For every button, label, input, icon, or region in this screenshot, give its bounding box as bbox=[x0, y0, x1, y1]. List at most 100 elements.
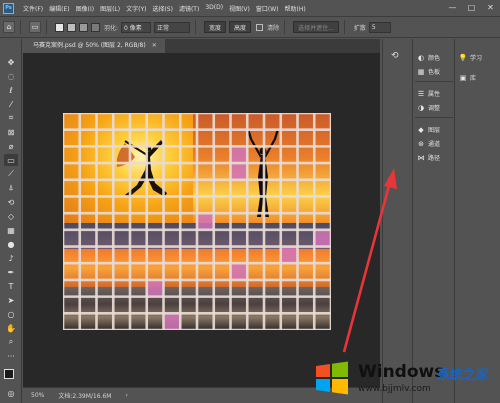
blur-tool-icon[interactable]: ● bbox=[4, 238, 18, 250]
document-title: 马赛克案例.psd @ 50% (图层 2, RGB/8) bbox=[33, 42, 146, 49]
adjustments-icon: ◑ bbox=[417, 103, 425, 112]
mosaic-pink-tile bbox=[314, 229, 331, 247]
zoom-level[interactable]: 50% bbox=[31, 392, 44, 399]
zoom-tool-icon[interactable]: ⌕ bbox=[4, 336, 18, 348]
panel-adjustments-label: 调整 bbox=[428, 105, 441, 112]
menu-3d[interactable]: 3D(D) bbox=[202, 4, 226, 13]
panel-properties[interactable]: ☰ 属性 bbox=[417, 89, 441, 99]
select-and-mask-button[interactable]: 选择并遮住... bbox=[293, 21, 339, 33]
panel-adjustments[interactable]: ◑ 调整 bbox=[417, 103, 441, 113]
panel-learn-label: 学习 bbox=[470, 55, 483, 62]
minimize-icon[interactable]: — bbox=[443, 0, 462, 16]
more-tools-icon[interactable]: ··· bbox=[4, 350, 18, 362]
menu-edit[interactable]: 编辑(E) bbox=[46, 4, 72, 13]
menu-help[interactable]: 帮助(H) bbox=[282, 4, 309, 13]
clone-stamp-tool-icon[interactable]: ⍋ bbox=[4, 182, 18, 194]
new-selection-icon[interactable] bbox=[55, 22, 64, 32]
quick-mask-icon[interactable]: ◎ bbox=[4, 387, 18, 399]
options-bar: ⌂ ▭ 羽化: 0 像素 正常 宽度 高度 清除 选择并遮住... 扩散 5 bbox=[0, 16, 500, 38]
home-icon[interactable]: ⌂ bbox=[3, 21, 15, 33]
color-icon: ◐ bbox=[417, 53, 425, 62]
menu-layer[interactable]: 图层(L) bbox=[97, 4, 123, 13]
menu-select[interactable]: 选择(S) bbox=[149, 4, 176, 13]
eraser-tool-icon[interactable]: ◇ bbox=[4, 210, 18, 222]
panel-color[interactable]: ◐ 颜色 bbox=[417, 53, 441, 63]
image-canvas[interactable] bbox=[63, 113, 331, 330]
add-selection-icon[interactable] bbox=[67, 22, 76, 32]
tool-preset-icon[interactable]: ▭ bbox=[29, 21, 41, 33]
menu-view[interactable]: 视图(V) bbox=[226, 4, 253, 13]
channels-icon: ⊛ bbox=[418, 139, 424, 148]
watermark-subtitle: 系统之家 bbox=[437, 368, 490, 383]
gradient-tool-icon[interactable]: ▦ bbox=[4, 224, 18, 236]
ellipse-tool-icon[interactable]: ○ bbox=[4, 308, 18, 320]
divider bbox=[415, 117, 453, 118]
menu-window[interactable]: 窗口(W) bbox=[253, 4, 282, 13]
mosaic-pink-tile bbox=[230, 163, 248, 180]
crop-tool-icon[interactable]: ⌗ bbox=[4, 112, 18, 124]
expand-input[interactable]: 5 bbox=[368, 21, 391, 33]
feather-input[interactable]: 0 像素 bbox=[121, 21, 152, 33]
maximize-icon[interactable]: □ bbox=[462, 0, 481, 16]
clear-checkbox[interactable] bbox=[256, 23, 264, 31]
feather-label: 羽化: bbox=[104, 24, 119, 32]
panel-learn[interactable]: 💡 学习 bbox=[459, 53, 483, 63]
paths-icon: ⋈ bbox=[417, 153, 425, 162]
width-field[interactable]: 宽度 bbox=[204, 21, 227, 33]
tools-panel: ✥ ◌ ℓ ⁄ ⌗ ⊠ ⌀ ▭ ⟋ ⍋ ⟲ ◇ ▦ ● ♪ ✒ T ➤ ○ ✋ … bbox=[0, 39, 22, 403]
panel-libraries[interactable]: ▣ 库 bbox=[459, 73, 476, 83]
window-controls: — □ ✕ bbox=[443, 0, 500, 16]
photoshop-logo-icon: Ps bbox=[3, 2, 14, 14]
panel-properties-label: 属性 bbox=[428, 91, 441, 98]
panel-collapse-strip: ⟲ bbox=[382, 39, 412, 403]
divider bbox=[343, 20, 345, 34]
intersect-selection-icon[interactable] bbox=[91, 22, 100, 32]
divider bbox=[20, 20, 21, 34]
rectangular-marquee-tool-icon[interactable]: ▭ bbox=[4, 154, 18, 166]
divider bbox=[415, 81, 453, 82]
foreground-color-swatch[interactable] bbox=[4, 369, 14, 379]
watermark-url: www.bjjmlv.com bbox=[358, 384, 431, 394]
panel-layers[interactable]: ◆ 图层 bbox=[417, 125, 441, 135]
history-icon[interactable]: ⟲ bbox=[391, 51, 399, 61]
hand-tool-icon[interactable]: ✋ bbox=[4, 322, 18, 334]
menu-image[interactable]: 图像(I) bbox=[73, 4, 97, 13]
pen-tool-icon[interactable]: ✒ bbox=[4, 266, 18, 278]
divider bbox=[195, 20, 197, 34]
panel-layers-label: 图层 bbox=[428, 127, 441, 134]
panel-color-label: 颜色 bbox=[428, 55, 441, 62]
brush-tool-icon[interactable]: ⟋ bbox=[4, 168, 18, 180]
status-menu-arrow-icon[interactable]: › bbox=[125, 392, 127, 399]
panel-dock-secondary: 💡 学习 ▣ 库 bbox=[454, 39, 500, 403]
menu-type[interactable]: 文字(Y) bbox=[123, 4, 149, 13]
divider bbox=[284, 20, 286, 34]
panel-swatches[interactable]: ▦ 色板 bbox=[417, 67, 441, 77]
type-tool-icon[interactable]: T bbox=[4, 280, 18, 292]
document-tab[interactable]: 马赛克案例.psd @ 50% (图层 2, RGB/8) ✕ bbox=[25, 39, 165, 53]
layers-icon: ◆ bbox=[418, 125, 424, 134]
lasso-tool-icon[interactable]: ℓ bbox=[4, 84, 18, 96]
panel-channels[interactable]: ⊛ 通道 bbox=[417, 139, 440, 149]
frame-tool-icon[interactable]: ⊠ bbox=[4, 126, 18, 138]
libraries-icon: ▣ bbox=[459, 73, 467, 82]
history-brush-tool-icon[interactable]: ⟲ bbox=[4, 196, 18, 208]
path-selection-tool-icon[interactable]: ➤ bbox=[4, 294, 18, 306]
close-tab-icon[interactable]: ✕ bbox=[152, 39, 157, 53]
panel-swatches-label: 色板 bbox=[428, 69, 441, 76]
dodge-tool-icon[interactable]: ♪ bbox=[4, 252, 18, 264]
eyedropper-tool-icon[interactable]: ⌀ bbox=[4, 140, 18, 152]
marquee-tool-icon[interactable]: ◌ bbox=[4, 70, 18, 82]
style-select[interactable]: 正常 bbox=[154, 21, 191, 33]
panel-paths-label: 路径 bbox=[428, 155, 441, 162]
move-tool-icon[interactable]: ✥ bbox=[4, 56, 18, 68]
mosaic-pink-tile bbox=[163, 313, 181, 330]
height-field[interactable]: 高度 bbox=[229, 21, 252, 33]
menu-filter[interactable]: 滤镜(T) bbox=[176, 4, 202, 13]
mosaic-pink-tile bbox=[280, 246, 298, 264]
magic-wand-tool-icon[interactable]: ⁄ bbox=[4, 98, 18, 110]
subtract-selection-icon[interactable] bbox=[79, 22, 88, 32]
panel-paths[interactable]: ⋈ 路径 bbox=[417, 153, 441, 163]
menu-file[interactable]: 文件(F) bbox=[20, 4, 46, 13]
document-info: 文档:2.39M/16.6M bbox=[58, 393, 112, 400]
close-icon[interactable]: ✕ bbox=[481, 0, 500, 16]
